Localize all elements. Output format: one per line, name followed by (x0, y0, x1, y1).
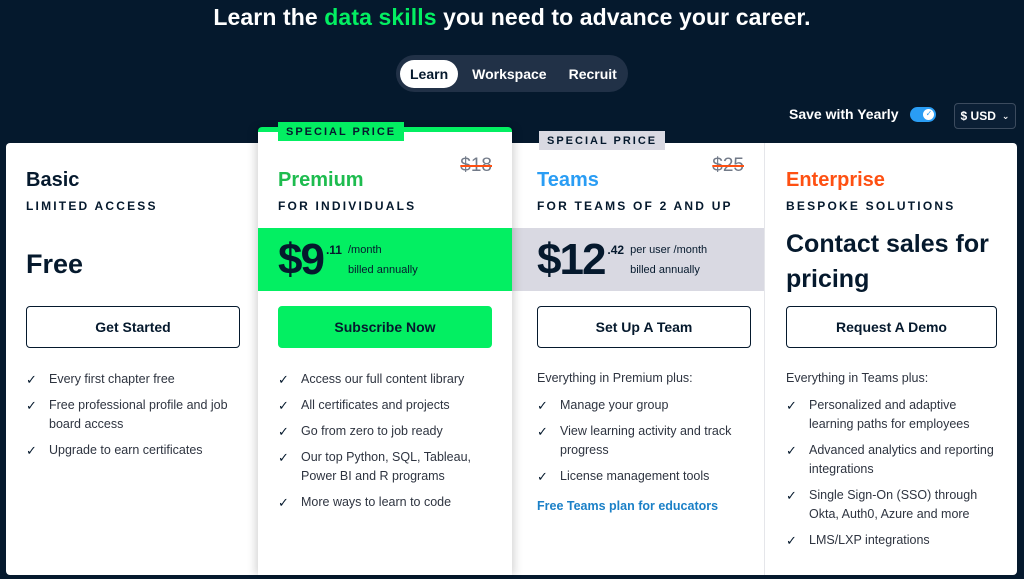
feature-list: ✓ Every first chapter free ✓ Free professi… (26, 370, 241, 467)
yearly-toggle-label: Save with Yearly (789, 106, 899, 122)
check-icon: ✓ (278, 450, 289, 465)
check-icon: ✓ (26, 372, 37, 387)
check-icon: ✓ (278, 495, 289, 510)
feature-item: ✓ Personalized and adaptive learning path… (786, 398, 970, 431)
get-started-button[interactable]: Get Started (26, 306, 240, 348)
yearly-toggle-group: Save with Yearly ✓ (789, 106, 937, 122)
feature-item: ✓ View learning activity and track progre… (537, 424, 732, 457)
feature-list: ✓ Manage your group ✓ View learning activi… (537, 396, 752, 493)
plan-subtitle: BESPOKE SOLUTIONS (786, 199, 956, 213)
plan-card-premium: SPECIAL PRICE $18 Premium FOR INDIVIDUAL… (258, 122, 512, 575)
feature-list: ✓ Personalized and adaptive learning path… (786, 396, 1001, 557)
price-unit: /month (347, 243, 382, 256)
price-unit: per user /month (630, 243, 708, 256)
check-icon: ✓ (786, 398, 797, 413)
plan-subtitle: FOR TEAMS OF 2 AND UP (537, 199, 733, 213)
plan-subtitle: LIMITED ACCESS (26, 199, 158, 213)
feature-item: ✓ Free professional profile and job board… (26, 398, 228, 431)
check-icon: ✓ (278, 424, 289, 439)
plan-intro: Everything in Premium plus: (537, 371, 693, 385)
price-cents: .42 (607, 243, 625, 257)
old-price: $25 (712, 155, 744, 176)
feature-item: ✓ Our top Python, SQL, Tableau, Power BI … (278, 450, 472, 483)
feature-item: ✓ Upgrade to earn certificates (26, 443, 203, 458)
currency-value: $ USD (960, 109, 996, 123)
special-price-badge: SPECIAL PRICE (539, 131, 666, 150)
feature-item: ✓ Advanced analytics and reporting integr… (786, 443, 994, 476)
check-icon: ✓ (923, 108, 935, 120)
tab-learn[interactable]: Learn (400, 59, 459, 88)
check-icon: ✓ (26, 443, 37, 458)
check-icon: ✓ (537, 398, 548, 413)
plan-price: Contact sales for pricing (786, 230, 989, 293)
plan-card-enterprise: Enterprise BESPOKE SOLUTIONS Contact sal… (766, 143, 1017, 575)
price-band: $9 .11 /month billed annually (258, 228, 512, 291)
check-icon: ✓ (786, 488, 797, 503)
currency-select[interactable]: $ USD ⌄ (954, 103, 1016, 129)
billing-note: billed annually (347, 263, 418, 276)
price-main: $9 (278, 234, 325, 284)
plan-name: Basic (26, 169, 80, 191)
feature-list: ✓ Access our full content library ✓ All ce… (278, 370, 493, 519)
check-icon: ✓ (786, 443, 797, 458)
plan-card-teams: SPECIAL PRICE $25 Teams FOR TEAMS OF 2 A… (512, 131, 765, 575)
yearly-toggle[interactable]: ✓ (910, 106, 937, 122)
check-icon: ✓ (278, 398, 289, 413)
plan-name: Enterprise (786, 169, 885, 191)
old-price: $18 (460, 155, 492, 176)
check-icon: ✓ (278, 372, 289, 387)
plan-name: Premium (278, 169, 364, 191)
tab-recruit[interactable]: Recruit (559, 60, 627, 88)
subscribe-now-button[interactable]: Subscribe Now (278, 306, 492, 348)
check-icon: ✓ (537, 424, 548, 439)
plan-intro: Everything in Teams plus: (786, 371, 929, 385)
free-teams-educators-link[interactable]: Free Teams plan for educators (537, 499, 718, 513)
headline-before: Learn the (213, 4, 325, 30)
billing-note: billed annually (630, 263, 700, 276)
pricing-cards: Basic LIMITED ACCESS Free Get Started ✓ E… (6, 122, 1017, 575)
tab-workspace[interactable]: Workspace (462, 60, 556, 88)
price-cents: .11 (325, 243, 342, 257)
chevron-down-icon: ⌄ (1001, 110, 1010, 121)
feature-item: ✓ Every first chapter free (26, 372, 175, 387)
set-up-team-button[interactable]: Set Up A Team (537, 306, 751, 348)
plan-price: Free (26, 249, 84, 279)
check-icon: ✓ (26, 398, 37, 413)
feature-item: ✓ Access our full content library (278, 372, 465, 387)
feature-item: ✓ LMS/LXP integrations (786, 533, 930, 548)
headline-after: you need to advance your career. (436, 4, 811, 30)
request-demo-button[interactable]: Request A Demo (786, 306, 997, 348)
product-tabs: Learn Workspace Recruit (396, 55, 628, 92)
check-icon: ✓ (786, 533, 797, 548)
special-price-badge: SPECIAL PRICE (278, 122, 405, 141)
feature-item: ✓ All certificates and projects (278, 398, 450, 413)
feature-item: ✓ Single Sign-On (SSO) through Okta, Auth… (786, 488, 978, 521)
plan-name: Teams (537, 169, 599, 191)
price-main: $12 (537, 234, 606, 284)
page-headline: Learn the data skills you need to advanc… (0, 4, 1024, 31)
price-meta: /month billed annually (348, 240, 418, 280)
plan-subtitle: FOR INDIVIDUALS (278, 199, 417, 213)
feature-item: ✓ Manage your group (537, 398, 669, 413)
price-meta: per user /month billed annually (630, 240, 707, 280)
feature-item: ✓ More ways to learn to code (278, 495, 452, 510)
check-icon: ✓ (537, 469, 548, 484)
feature-item: ✓ License management tools (537, 469, 710, 484)
price-band: $12 .42 per user /month billed annually (512, 228, 764, 291)
feature-item: ✓ Go from zero to job ready (278, 424, 443, 439)
headline-accent: data skills (324, 4, 437, 30)
plan-card-basic: Basic LIMITED ACCESS Free Get Started ✓ E… (6, 143, 258, 575)
